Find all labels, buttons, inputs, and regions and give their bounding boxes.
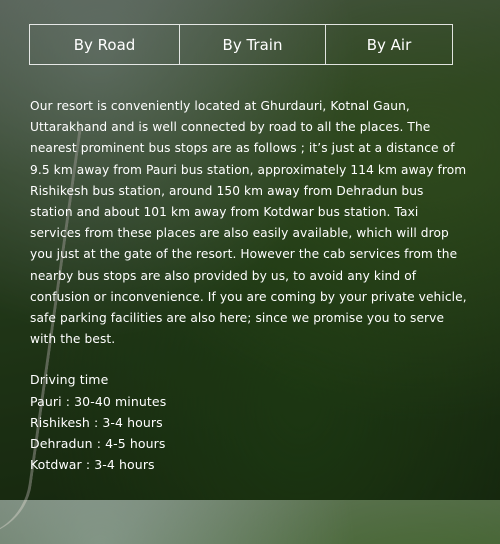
description-text: Our resort is conveniently located at Gh… bbox=[30, 99, 467, 347]
driving-time-item: Rishikesh : 3-4 hours bbox=[30, 414, 163, 430]
driving-time-item: Kotdwar : 3-4 hours bbox=[30, 457, 155, 473]
driving-time-title: Driving time bbox=[30, 372, 109, 388]
by-road-panel: Our resort is conveniently located at Gh… bbox=[30, 96, 470, 475]
driving-time-item: Pauri : 30-40 minutes bbox=[30, 393, 167, 409]
driving-time-item: Dehradun : 4-5 hours bbox=[30, 436, 166, 452]
tab-by-road[interactable]: By Road bbox=[30, 25, 179, 64]
tab-by-air[interactable]: By Air bbox=[325, 25, 452, 64]
travel-mode-tabs: By Road By Train By Air bbox=[29, 24, 453, 65]
driving-time-list: Driving time Pauri : 30-40 minutes Rishi… bbox=[30, 369, 470, 475]
tab-by-train[interactable]: By Train bbox=[179, 25, 325, 64]
